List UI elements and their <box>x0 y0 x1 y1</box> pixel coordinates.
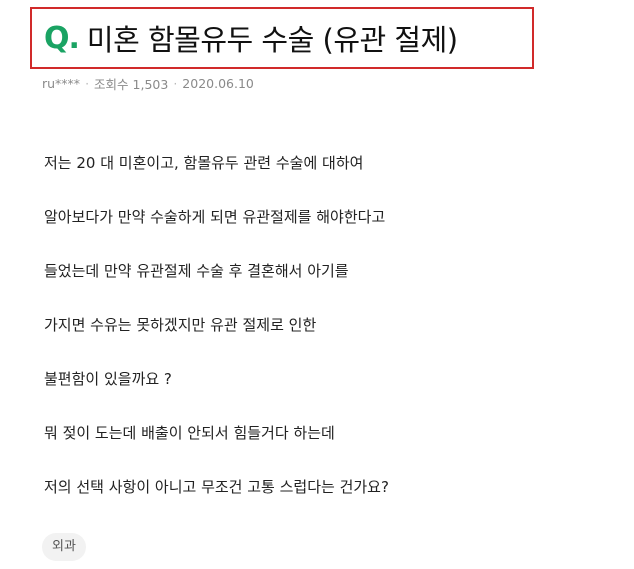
body-paragraph: 저의 선택 사항이 아니고 무조건 고통 스럽다는 건가요? <box>44 478 389 496</box>
question-meta: ru**** · 조회수 1,503 · 2020.06.10 <box>42 74 254 93</box>
question-title: 미혼 함몰유두 수술 (유관 절제) <box>86 23 458 57</box>
body-paragraph: 가지면 수유는 못하겠지만 유관 절제로 인한 <box>44 316 317 334</box>
view-count: 조회수 1,503 <box>94 77 169 92</box>
question-mark-label: Q. <box>44 20 80 56</box>
body-paragraph: 뭐 젖이 도는데 배출이 안되서 힘들거다 하는데 <box>44 424 335 442</box>
meta-separator: · <box>173 76 178 91</box>
question-title-highlight: Q. 미혼 함몰유두 수술 (유관 절제) <box>30 7 534 69</box>
meta-separator: · <box>85 76 90 91</box>
category-tag-surgery[interactable]: 외과 <box>42 533 86 561</box>
post-date: 2020.06.10 <box>182 76 254 91</box>
body-paragraph: 저는 20 대 미혼이고, 함몰유두 관련 수술에 대하여 <box>44 154 364 172</box>
body-paragraph: 알아보다가 만약 수술하게 되면 유관절제를 해야한다고 <box>44 208 386 226</box>
author-id[interactable]: ru**** <box>42 76 80 91</box>
question-body: 저는 20 대 미혼이고, 함몰유두 관련 수술에 대하여 알아보다가 만약 수… <box>44 150 604 528</box>
question-page: Q. 미혼 함몰유두 수술 (유관 절제) ru**** · 조회수 1,503… <box>0 0 634 569</box>
body-paragraph: 불편함이 있을까요 ? <box>44 370 172 388</box>
body-paragraph: 들었는데 만약 유관절제 수술 후 결혼해서 아기를 <box>44 262 349 280</box>
